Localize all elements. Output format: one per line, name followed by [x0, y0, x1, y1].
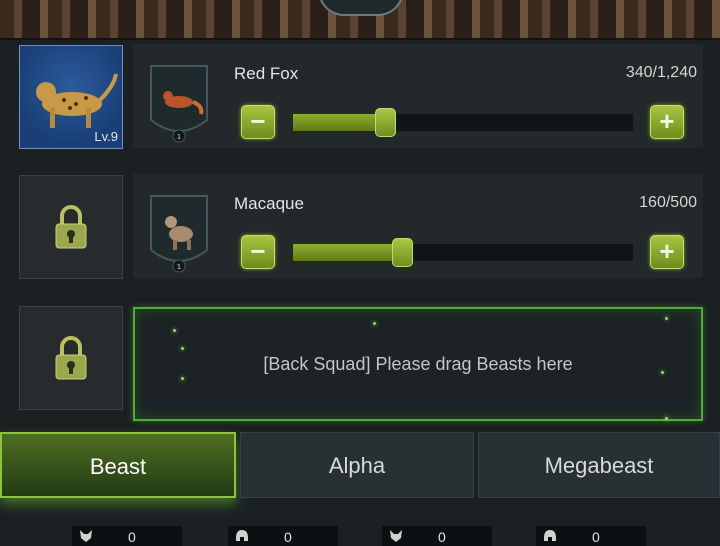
banner-emblem	[318, 0, 404, 16]
stat-item: 0	[536, 526, 646, 546]
stat-item: 0	[228, 526, 338, 546]
spark	[665, 317, 668, 320]
unit-panel-macaque: 1 Macaque 160/500 − +	[133, 174, 703, 278]
helmet-icon	[544, 530, 556, 541]
slider-handle[interactable]	[392, 238, 413, 267]
tab-alpha[interactable]: Alpha	[240, 432, 474, 498]
unit-count: 160/500	[639, 194, 697, 211]
level-label: Lv.9	[94, 129, 118, 144]
badge-number: 1	[177, 133, 181, 141]
unit-name: Red Fox	[234, 64, 299, 83]
unit-panel-red-fox: 1 Red Fox 340/1,240 − +	[133, 44, 703, 148]
slider-fill	[293, 114, 385, 131]
slider-handle[interactable]	[375, 108, 396, 137]
badge-number: 1	[177, 263, 181, 271]
spark	[373, 322, 376, 325]
spark	[665, 417, 668, 420]
beast-slot-1[interactable]: Lv.9	[19, 45, 123, 149]
tab-megabeast[interactable]: Megabeast	[478, 432, 720, 498]
troop-slider[interactable]	[293, 238, 633, 267]
troop-slider[interactable]	[293, 108, 633, 137]
decrease-button[interactable]: −	[241, 105, 275, 139]
back-squad-drop-zone[interactable]: [Back Squad] Please drag Beasts here	[133, 307, 703, 421]
red-fox-unit-icon[interactable]: 1	[149, 62, 209, 144]
wolf-icon	[390, 530, 402, 542]
spark	[173, 329, 176, 332]
lock-icon	[55, 336, 87, 380]
wolf-icon	[80, 530, 92, 542]
lock-icon	[55, 205, 87, 249]
tab-beast[interactable]: Beast	[0, 432, 236, 498]
beast-slot-3[interactable]	[19, 306, 123, 410]
beast-slot-2[interactable]	[19, 175, 123, 279]
stat-value: 0	[438, 529, 446, 545]
spark	[181, 347, 184, 350]
stat-value: 0	[592, 529, 600, 545]
drop-zone-text: [Back Squad] Please drag Beasts here	[263, 354, 573, 374]
increase-button[interactable]: +	[650, 105, 684, 139]
stat-item: 0	[382, 526, 492, 546]
beast-type-tabs: Beast Alpha Megabeast	[0, 432, 720, 498]
stat-item: 0	[72, 526, 182, 546]
stat-value: 0	[128, 529, 136, 545]
slider-fill	[293, 244, 402, 261]
macaque-unit-icon[interactable]: 1	[149, 192, 209, 274]
increase-button[interactable]: +	[650, 235, 684, 269]
spark	[181, 377, 184, 380]
stat-value: 0	[284, 529, 292, 545]
unit-name: Macaque	[234, 194, 304, 213]
helmet-icon	[236, 530, 248, 541]
unit-count: 340/1,240	[625, 64, 697, 81]
top-banner	[0, 0, 720, 40]
stats-bar: 0 0 0 0	[0, 526, 720, 546]
decrease-button[interactable]: −	[241, 235, 275, 269]
